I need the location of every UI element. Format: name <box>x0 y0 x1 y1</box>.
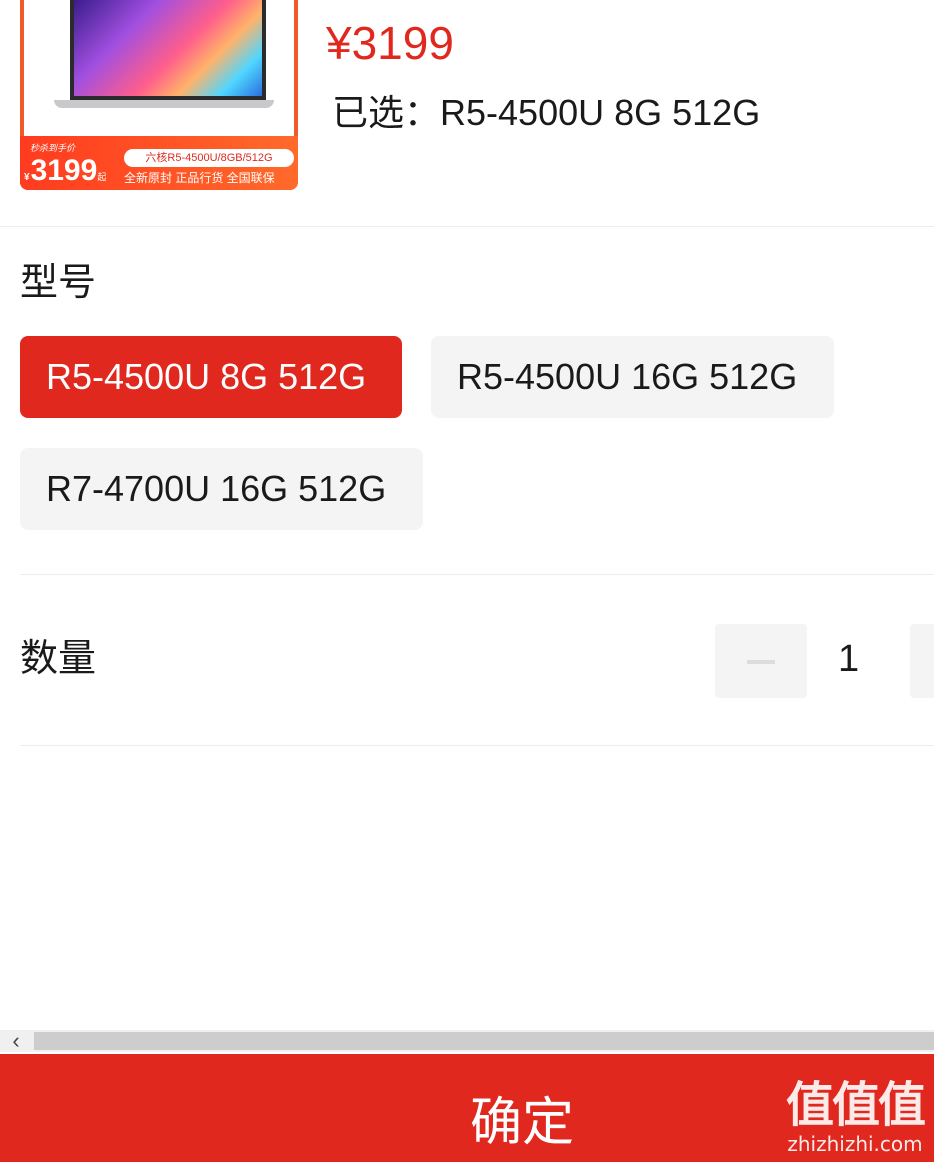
quantity-increment-button[interactable] <box>910 624 934 698</box>
divider <box>0 226 934 227</box>
laptop-screen-image <box>70 0 266 100</box>
scrollbar-thumb[interactable] <box>34 1032 934 1050</box>
watermark-sub: zhizhizhi.com <box>787 1132 923 1156</box>
model-option-r7-16g[interactable]: R7-4700U 16G 512G <box>20 448 423 530</box>
divider <box>20 745 934 746</box>
model-option-r5-8g[interactable]: R5-4500U 8G 512G <box>20 336 402 418</box>
thumbnail-price-qi: 起 <box>97 172 107 182</box>
minus-icon <box>747 660 775 664</box>
scroll-left-arrow-icon[interactable]: ‹ <box>0 1030 32 1052</box>
thumbnail-spec: 六核R5-4500U/8GB/512G <box>124 149 294 167</box>
sku-selector-page: 秒杀到手价 ¥3199起 六核R5-4500U/8GB/512G 全新原封 正品… <box>0 0 934 1162</box>
thumbnail-price-yen: ¥ <box>24 172 30 183</box>
selected-summary: 已选：R5-4500U 8G 512G <box>332 90 760 136</box>
quantity-section-title: 数量 <box>20 638 97 680</box>
thumbnail-tag: 秒杀到手价 <box>30 143 76 153</box>
laptop-base-image <box>54 100 274 108</box>
horizontal-scrollbar[interactable]: ‹ <box>0 1030 934 1052</box>
thumbnail-price: ¥3199起 <box>24 154 106 188</box>
thumbnail-slogan: 全新原封 正品行货 全国联保 <box>124 171 275 185</box>
watermark-main: 值值值 <box>785 1079 926 1132</box>
thumbnail-background <box>24 0 294 136</box>
selected-value: R5-4500U 8G 512G <box>440 92 761 133</box>
quantity-decrement-button[interactable] <box>715 624 807 698</box>
product-price: ¥3199 <box>326 17 454 69</box>
watermark-logo: 值值值 zhizhizhi.com <box>785 1079 926 1157</box>
model-section-title: 型号 <box>20 262 97 304</box>
model-option-r5-16g[interactable]: R5-4500U 16G 512G <box>431 336 834 418</box>
product-thumbnail[interactable]: 秒杀到手价 ¥3199起 六核R5-4500U/8GB/512G 全新原封 正品… <box>20 0 298 190</box>
selected-prefix: 已选： <box>332 92 441 133</box>
divider <box>20 574 934 575</box>
thumbnail-price-value: 3199 <box>30 154 98 187</box>
quantity-value[interactable]: 1 <box>838 636 859 682</box>
